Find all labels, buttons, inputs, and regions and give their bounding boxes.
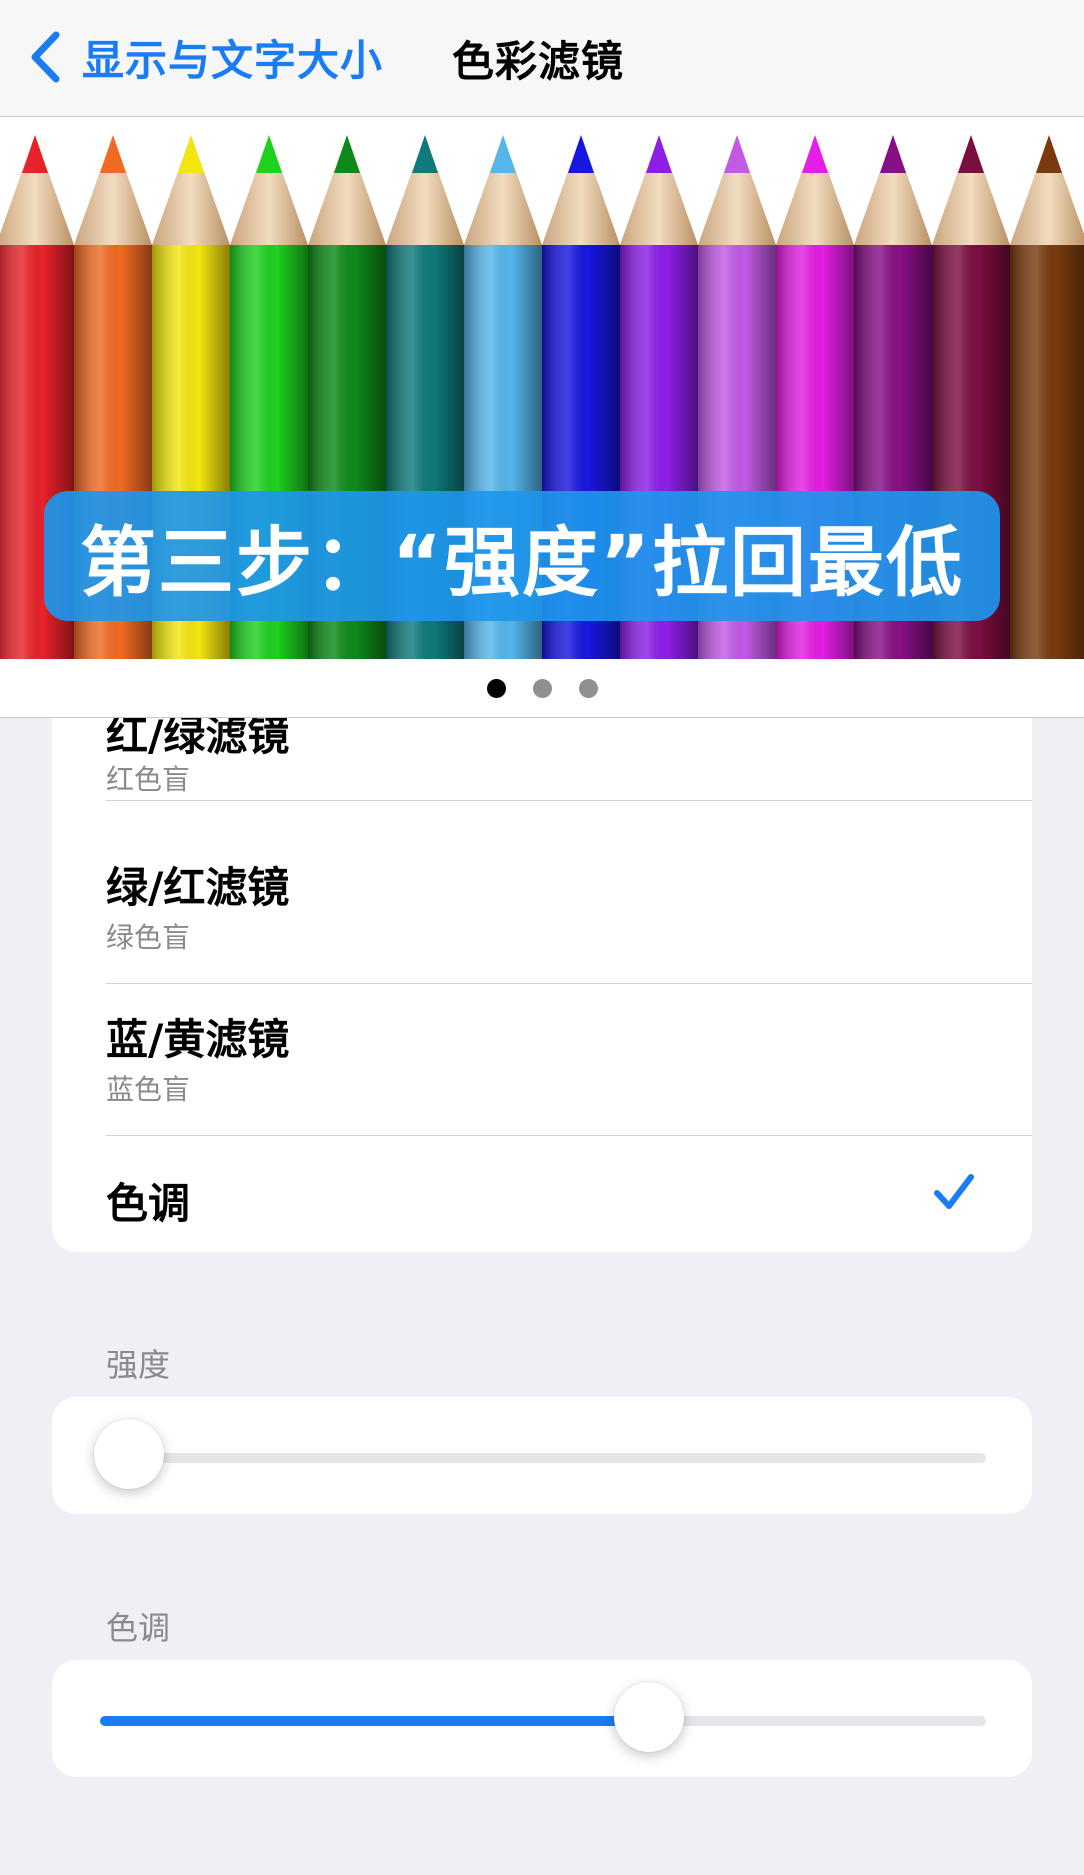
filter-option-title: 蓝/黄滤镜 [106, 1015, 290, 1064]
hue-section-header: 色调 [106, 1609, 171, 1647]
page-indicator[interactable] [0, 659, 1084, 718]
intensity-section-header: 强度 [106, 1346, 171, 1384]
page-dot[interactable] [532, 678, 552, 698]
filter-option-title: 色调 [106, 1179, 191, 1228]
filter-option-red-green[interactable]: 红/绿滤镜 红色盲 [106, 718, 1032, 801]
filter-option-green-red[interactable]: 绿/红滤镜 绿色盲 [106, 832, 1032, 984]
hue-slider-track[interactable] [100, 1716, 986, 1726]
hue-slider-card [52, 1660, 1032, 1777]
intensity-slider-track[interactable] [100, 1453, 986, 1463]
filter-option-color-tint[interactable]: 色调 [106, 1136, 1032, 1252]
hue-slider-thumb[interactable] [614, 1682, 684, 1752]
back-button[interactable]: 显示与文字大小 [30, 22, 383, 92]
intensity-slider-thumb[interactable] [94, 1419, 164, 1489]
navigation-bar: 显示与文字大小 色彩滤镜 [0, 0, 1084, 117]
filter-option-blue-yellow[interactable]: 蓝/黄滤镜 蓝色盲 [106, 984, 1032, 1136]
hue-slider-fill [100, 1716, 649, 1726]
caption-banner: 第三步：“强度”拉回最低 [44, 491, 1000, 621]
filter-option-subtitle: 绿色盲 [106, 921, 191, 954]
filter-options-list: 红/绿滤镜 红色盲 绿/红滤镜 绿色盲 蓝/黄滤镜 蓝色盲 色调 [52, 718, 1032, 1252]
back-button-label: 显示与文字大小 [82, 35, 384, 85]
intensity-slider-card [52, 1397, 1032, 1514]
color-pencils-carousel[interactable]: 第三步：“强度”拉回最低 [0, 117, 1084, 659]
filter-option-title: 绿/红滤镜 [106, 863, 290, 912]
caption-text: 第三步：“强度”拉回最低 [80, 518, 964, 607]
filter-option-subtitle: 蓝色盲 [106, 1073, 191, 1106]
filter-option-subtitle: 红色盲 [106, 763, 191, 796]
checkmark-icon [932, 1170, 976, 1214]
page-title: 色彩滤镜 [452, 37, 625, 86]
chevron-left-icon [30, 31, 60, 83]
page-dot[interactable] [486, 678, 506, 698]
filter-option-title: 红/绿滤镜 [106, 718, 290, 760]
page-dot[interactable] [578, 678, 598, 698]
pencil [1010, 135, 1084, 659]
